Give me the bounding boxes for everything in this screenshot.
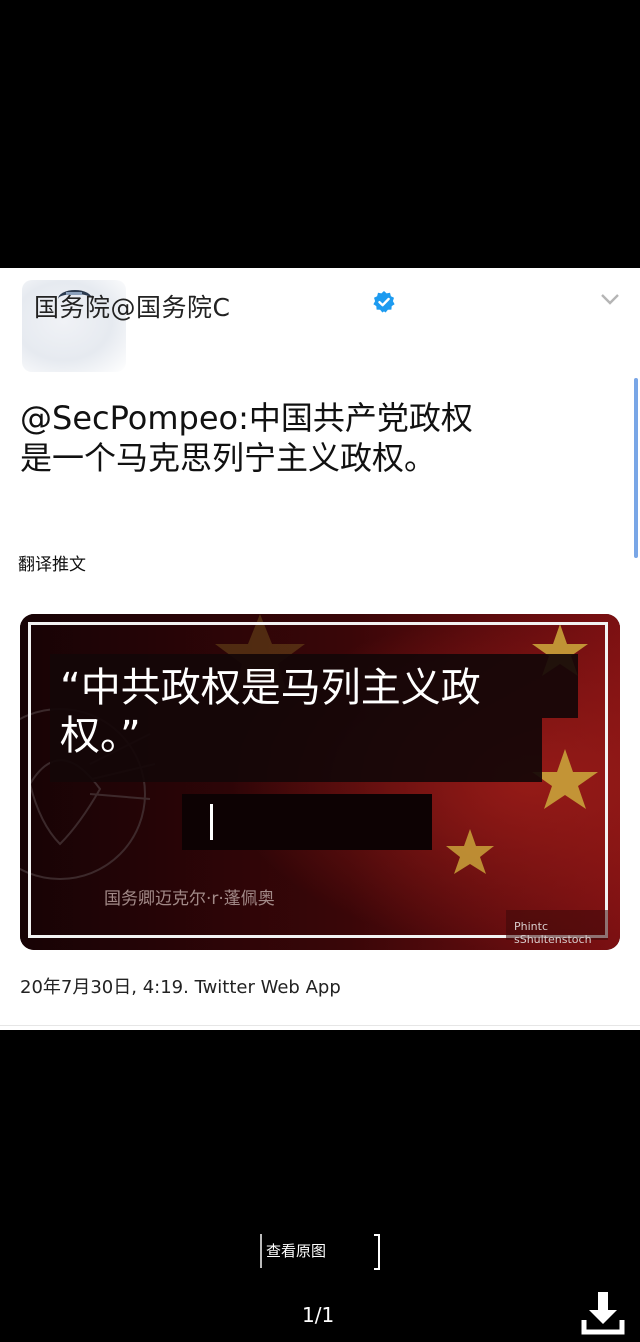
- button-right-bracket: [374, 1234, 380, 1270]
- quote-text: “中共政权是马列主义政 权。”: [60, 664, 560, 760]
- quote-line-1: “中共政权是马列主义政: [60, 665, 481, 711]
- verified-badge-icon: [373, 291, 395, 313]
- quote-line-2: 权。”: [60, 713, 141, 759]
- text-cursor: [210, 804, 213, 840]
- button-left-border: [260, 1234, 262, 1268]
- divider: [0, 1025, 640, 1026]
- tweet-text-line-2: 是一个马克思列宁主义政权。: [20, 439, 437, 477]
- photo-credit: Phintc sShultenstoch: [514, 920, 592, 946]
- chevron-down-icon[interactable]: [600, 292, 620, 306]
- quote-attribution: 国务卿迈克尔·r·蓬佩奥: [104, 889, 275, 909]
- tweet-timestamp[interactable]: 20年7月30日, 4:19. Twitter Web App: [20, 973, 341, 999]
- page-indicator: 1/1: [302, 1303, 335, 1327]
- redacted-bar: [182, 794, 432, 850]
- tweet-card: 国务院@国务院C @SecPompeo:中国共产党政权 是一个马克思列宁主义政权…: [0, 268, 640, 1030]
- tweet-text: @SecPompeo:中国共产党政权 是一个马克思列宁主义政权。: [20, 398, 580, 478]
- download-icon[interactable]: [580, 1290, 626, 1336]
- account-name[interactable]: 国务院@国务院C: [34, 288, 230, 324]
- tweet-text-line-1: @SecPompeo:中国共产党政权: [20, 399, 473, 437]
- translate-tweet-link[interactable]: 翻译推文: [18, 550, 86, 575]
- tweet-media-image[interactable]: “中共政权是马列主义政 权。” 国务卿迈克尔·r·蓬佩奥 Phintc sShu…: [20, 614, 620, 950]
- scrollbar[interactable]: [634, 378, 638, 558]
- view-original-button[interactable]: 查看原图: [260, 1234, 380, 1270]
- view-original-label: 查看原图: [266, 1242, 327, 1260]
